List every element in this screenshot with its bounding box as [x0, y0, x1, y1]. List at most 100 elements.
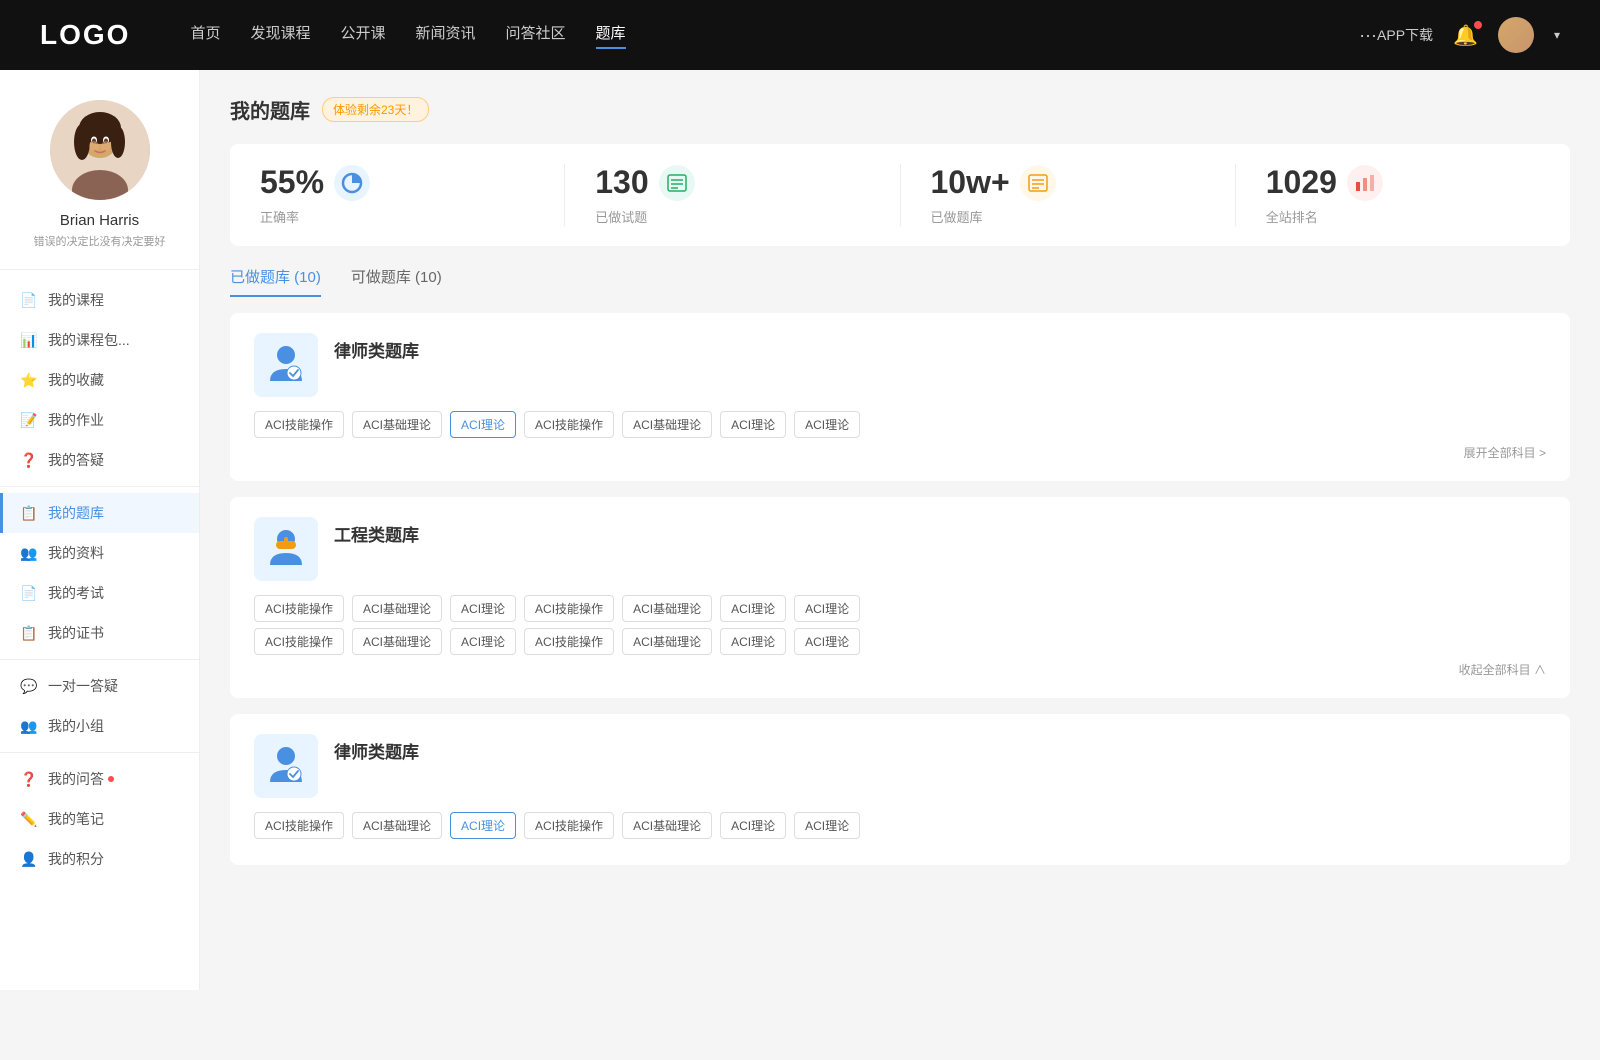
sidebar-item-tutor[interactable]: 💬 一对一答疑	[0, 666, 199, 706]
sidebar-label-exam: 我的考试	[48, 583, 104, 603]
tag[interactable]: ACI理论	[794, 812, 860, 839]
sidebar-label-homework: 我的作业	[48, 410, 104, 430]
sidebar-icon-profile2: 👥	[20, 544, 38, 562]
nav-link-题库[interactable]: 题库	[596, 22, 626, 49]
notification-dot	[1474, 21, 1482, 29]
tag[interactable]: ACI理论	[720, 595, 786, 622]
tag[interactable]: ACI理论	[450, 628, 516, 655]
sidebar-label-group: 我的小组	[48, 716, 104, 736]
sidebar-icon-cert: 📋	[20, 624, 38, 642]
tabs-row: 已做题库 (10) 可做题库 (10)	[230, 266, 1570, 297]
tag[interactable]: ACI技能操作	[524, 628, 614, 655]
qbank-title-lawyer1: 律师类题库	[334, 337, 419, 362]
collapse-link[interactable]: 收起全部科目 ∧	[254, 661, 1546, 678]
tag[interactable]: ACI基础理论	[622, 411, 712, 438]
profile-section: Brian Harris 错误的决定比没有决定要好	[0, 100, 199, 270]
tag[interactable]: ACI理论	[794, 411, 860, 438]
stats-row: 55% 正确率 130 已做试题 10w+ 已做题库 1029 全站排名	[230, 144, 1570, 246]
sidebar-icon-course: 📄	[20, 291, 38, 309]
main-container: Brian Harris 错误的决定比没有决定要好 📄 我的课程 📊 我的课程包…	[0, 70, 1600, 990]
app-download-link[interactable]: APP下载	[1377, 25, 1433, 45]
tag[interactable]: ACI技能操作	[524, 595, 614, 622]
sidebar-item-favorites[interactable]: ⭐ 我的收藏	[0, 360, 199, 400]
qbank-icon-lawyer2	[254, 734, 318, 798]
sidebar-item-course-pkg[interactable]: 📊 我的课程包...	[0, 320, 199, 360]
expand-link-lawyer1[interactable]: 展开全部科目 >	[254, 444, 1546, 461]
qbank-card-lawyer1: 律师类题库 ACI技能操作ACI基础理论ACI理论ACI技能操作ACI基础理论A…	[230, 313, 1570, 481]
tag[interactable]: ACI基础理论	[352, 595, 442, 622]
tag[interactable]: ACI基础理论	[352, 812, 442, 839]
sidebar-item-homework[interactable]: 📝 我的作业	[0, 400, 199, 440]
sidebar-label-qbank: 我的题库	[48, 503, 104, 523]
tag[interactable]: ACI基础理论	[352, 628, 442, 655]
tags-row-lawyer2: ACI技能操作 ACI基础理论 ACI理论 ACI技能操作 ACI基础理论 ACI理论 AC…	[254, 812, 1546, 839]
tag[interactable]: ACI技能操作	[524, 812, 614, 839]
tag[interactable]: ACI理论	[720, 812, 786, 839]
sidebar-item-qbank[interactable]: 📋 我的题库	[0, 493, 199, 533]
sidebar-item-exam[interactable]: 📄 我的考试	[0, 573, 199, 613]
sidebar-icon-favorites: ⭐	[20, 371, 38, 389]
tag[interactable]: ACI理论	[720, 628, 786, 655]
tag[interactable]: ACI技能操作	[254, 812, 344, 839]
nav-link-新闻资讯[interactable]: 新闻资讯	[416, 22, 476, 49]
tag[interactable]: ACI基础理论	[622, 628, 712, 655]
tag[interactable]: ACI理论	[794, 628, 860, 655]
nav-link-发现课程[interactable]: 发现课程	[250, 22, 310, 49]
nav-more[interactable]: ···	[1359, 25, 1377, 46]
nav-links: 首页 发现课程 公开课 新闻资讯 问答社区 题库	[190, 22, 1359, 49]
sidebar-icon-qbank: 📋	[20, 504, 38, 522]
sidebar-icon-questions: ❓	[20, 451, 38, 469]
sidebar-icon-myq: ❓	[20, 770, 38, 788]
sidebar-label-profile2: 我的资料	[48, 543, 104, 563]
tag[interactable]: ACI技能操作	[254, 628, 344, 655]
tag[interactable]: ACI基础理论	[352, 411, 442, 438]
nav-link-公开课[interactable]: 公开课	[340, 22, 385, 49]
nav-logo[interactable]: LOGO	[40, 19, 130, 51]
stat-icon-3	[1347, 165, 1383, 201]
sidebar-item-cert[interactable]: 📋 我的证书	[0, 613, 199, 653]
sidebar-icon-points: 👤	[20, 850, 38, 868]
nav-link-首页[interactable]: 首页	[190, 22, 220, 49]
user-avatar[interactable]	[1498, 17, 1534, 53]
tab-1[interactable]: 可做题库 (10)	[351, 266, 442, 297]
sidebar-item-profile2[interactable]: 👥 我的资料	[0, 533, 199, 573]
stat-value-2: 10w+	[931, 164, 1010, 201]
stat-label-3: 全站排名	[1266, 207, 1540, 226]
avatar-svg	[50, 100, 150, 200]
profile-motto: 错误的决定比没有决定要好	[34, 233, 166, 249]
sidebar-item-points[interactable]: 👤 我的积分	[0, 839, 199, 879]
sidebar-menu: 📄 我的课程 📊 我的课程包... ⭐ 我的收藏 📝 我的作业 ❓ 我的答疑 📋…	[0, 270, 199, 889]
tag[interactable]: ACI基础理论	[622, 812, 712, 839]
tag[interactable]: ACI理论	[450, 411, 516, 438]
notification-bell[interactable]: 🔔	[1453, 23, 1478, 48]
sidebar-item-myq[interactable]: ❓ 我的问答	[0, 759, 199, 799]
sidebar-label-myq: 我的问答	[48, 769, 104, 789]
sidebar-label-tutor: 一对一答疑	[48, 676, 118, 696]
sidebar: Brian Harris 错误的决定比没有决定要好 📄 我的课程 📊 我的课程包…	[0, 70, 200, 990]
tag[interactable]: ACI理论	[450, 812, 516, 839]
sidebar-item-course[interactable]: 📄 我的课程	[0, 280, 199, 320]
tag[interactable]: ACI技能操作	[254, 595, 344, 622]
stat-label-0: 正确率	[260, 207, 534, 226]
sidebar-icon-group: 👥	[20, 717, 38, 735]
tags-row2: ACI技能操作 ACI基础理论 ACI理论 ACI技能操作 ACI基础理论 ACI理论 AC…	[254, 628, 1546, 655]
tag[interactable]: ACI基础理论	[622, 595, 712, 622]
nav-link-问答社区[interactable]: 问答社区	[506, 22, 566, 49]
tab-0[interactable]: 已做题库 (10)	[230, 266, 321, 297]
sidebar-item-notes[interactable]: ✏️ 我的笔记	[0, 799, 199, 839]
tag[interactable]: ACI技能操作	[254, 411, 344, 438]
tag[interactable]: ACI理论	[720, 411, 786, 438]
stat-icon-2	[1020, 165, 1056, 201]
navbar: LOGO 首页 发现课程 公开课 新闻资讯 问答社区 题库 ··· APP下载 🔔 ▾	[0, 0, 1600, 70]
page-header: 我的题库 体验剩余23天！	[230, 95, 1570, 124]
tag[interactable]: ACI理论	[450, 595, 516, 622]
sidebar-label-favorites: 我的收藏	[48, 370, 104, 390]
engineer-icon-svg	[266, 527, 306, 571]
sidebar-label-points: 我的积分	[48, 849, 104, 869]
tag[interactable]: ACI理论	[794, 595, 860, 622]
sidebar-item-questions[interactable]: ❓ 我的答疑	[0, 440, 199, 480]
tags-row-lawyer1: ACI技能操作 ACI基础理论 ACI理论 ACI技能操作 ACI基础理论 ACI理论 AC…	[254, 411, 1546, 438]
tag[interactable]: ACI技能操作	[524, 411, 614, 438]
sidebar-item-group[interactable]: 👥 我的小组	[0, 706, 199, 746]
avatar-dropdown-chevron[interactable]: ▾	[1554, 28, 1560, 42]
